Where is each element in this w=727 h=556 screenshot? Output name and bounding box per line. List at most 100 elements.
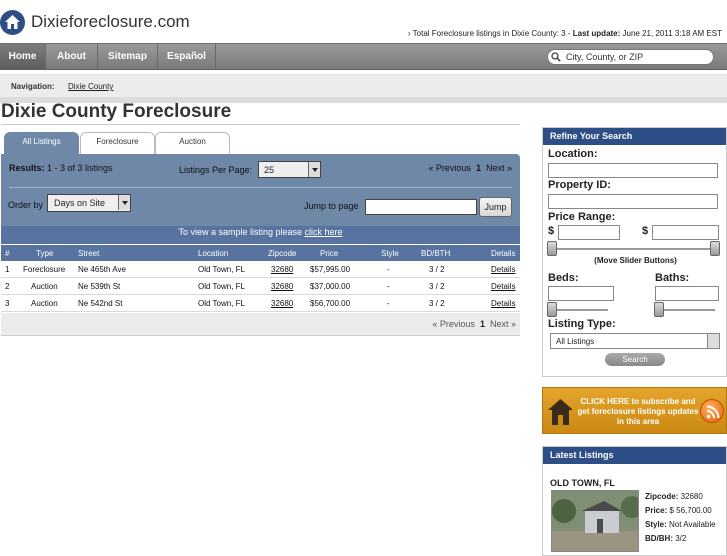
site-name[interactable]: Dixieforeclosure.com bbox=[31, 12, 190, 32]
order-by-value: Days on Site bbox=[54, 198, 106, 208]
col-number[interactable]: # bbox=[5, 249, 9, 258]
tab-foreclosure[interactable]: Foreclosure bbox=[80, 132, 155, 154]
price-slider-min-handle[interactable] bbox=[547, 241, 557, 256]
subscribe-text: CLICK HERE to subscribe and get foreclos… bbox=[577, 397, 699, 426]
results-value: 1 - 3 of 3 listings bbox=[44, 163, 113, 173]
subscribe-banner[interactable]: CLICK HERE to subscribe and get foreclos… bbox=[542, 387, 727, 434]
beds-label: Beds: bbox=[548, 272, 579, 284]
beds-input[interactable] bbox=[548, 286, 614, 301]
col-street[interactable]: Street bbox=[78, 249, 99, 258]
price-min-input[interactable] bbox=[558, 225, 620, 240]
divider bbox=[9, 187, 512, 188]
chevron-down-icon bbox=[118, 195, 130, 210]
order-by-select[interactable]: Days on Site bbox=[47, 194, 131, 212]
jump-label: Jump to page bbox=[304, 201, 359, 211]
search-input[interactable]: City, County, or ZIP bbox=[547, 49, 714, 65]
cell-location: Old Town, FL bbox=[198, 299, 245, 308]
baths-slider-track[interactable] bbox=[655, 309, 715, 311]
table-footer: « Previous 1 Next » bbox=[1, 313, 520, 336]
pager-bottom: « Previous 1 Next » bbox=[432, 319, 516, 329]
search-button[interactable]: Search bbox=[605, 353, 665, 366]
price-slider-track[interactable] bbox=[548, 248, 718, 250]
col-type[interactable]: Type bbox=[36, 249, 53, 258]
cell-number: 1 bbox=[5, 265, 10, 274]
price-max-currency: $ bbox=[642, 225, 649, 237]
pager-current: 1 bbox=[479, 319, 485, 329]
listing-stats: › Total Foreclosure listings in Dixie Co… bbox=[408, 29, 722, 38]
details-link[interactable]: Details bbox=[491, 282, 515, 291]
listing-type-value: All Listings bbox=[556, 337, 595, 346]
latest-bdbh-label: BD/BH: bbox=[645, 534, 673, 543]
location-input[interactable] bbox=[548, 163, 718, 178]
latest-zip-value: 32680 bbox=[678, 492, 703, 501]
latest-listing-photo[interactable] bbox=[551, 490, 639, 552]
chevron-down-icon bbox=[707, 334, 719, 348]
cell-bdbth: 3 / 2 bbox=[429, 299, 445, 308]
results-label: Results: bbox=[9, 163, 45, 173]
col-details[interactable]: Details bbox=[491, 249, 515, 258]
col-zipcode[interactable]: Zipcode bbox=[268, 249, 296, 258]
per-page-value: 25 bbox=[264, 165, 275, 175]
cell-zipcode-link[interactable]: 32680 bbox=[271, 265, 293, 274]
cell-street: Ne 542nd St bbox=[78, 299, 123, 308]
nav-sitemap[interactable]: Sitemap bbox=[98, 44, 158, 69]
price-min-currency: $ bbox=[548, 225, 555, 237]
pager-current: 1 bbox=[475, 163, 481, 173]
order-by-label: Order by bbox=[8, 200, 44, 210]
chevron-down-icon bbox=[308, 162, 320, 177]
table-row: 2 Auction Ne 539th St Old Town, FL 32680… bbox=[1, 278, 520, 295]
cell-style: - bbox=[387, 299, 390, 308]
beds-slider-handle[interactable] bbox=[547, 302, 557, 317]
latest-city[interactable]: OLD TOWN, FL bbox=[550, 478, 615, 488]
logo-house-icon[interactable] bbox=[0, 10, 25, 35]
cell-zipcode-link[interactable]: 32680 bbox=[271, 282, 293, 291]
col-bdbth[interactable]: BD/BTH bbox=[421, 249, 450, 258]
latest-bdbh-value: 3/2 bbox=[673, 534, 687, 543]
table-row: 3 Auction Ne 542nd St Old Town, FL 32680… bbox=[1, 295, 520, 312]
details-link[interactable]: Details bbox=[491, 265, 515, 274]
latest-price: Price: $ 56,700.00 bbox=[645, 506, 712, 515]
latest-style-value: Not Available bbox=[666, 520, 716, 529]
rss-icon bbox=[700, 399, 724, 423]
baths-slider-handle[interactable] bbox=[654, 302, 664, 317]
col-price[interactable]: Price bbox=[320, 249, 338, 258]
cell-price: $57,995.00 bbox=[310, 265, 351, 274]
tab-auction[interactable]: Auction bbox=[155, 132, 230, 154]
nav-espanol[interactable]: Español bbox=[158, 44, 216, 69]
price-max-input[interactable] bbox=[652, 225, 719, 240]
jump-page-input[interactable] bbox=[365, 199, 477, 215]
table-row: 1 Foreclosure Ne 465th Ave Old Town, FL … bbox=[1, 261, 520, 278]
cell-location: Old Town, FL bbox=[198, 265, 245, 274]
details-link[interactable]: Details bbox=[491, 299, 515, 308]
location-label: Location: bbox=[548, 148, 598, 160]
listing-type-label: Listing Type: bbox=[548, 318, 616, 330]
pager-prev[interactable]: « Previous bbox=[428, 163, 471, 173]
breadcrumb-link[interactable]: Dixie County bbox=[68, 82, 113, 91]
price-slider-max-handle[interactable] bbox=[710, 241, 720, 256]
col-location[interactable]: Location bbox=[198, 249, 228, 258]
breadcrumb: Navigation: Dixie County bbox=[0, 74, 727, 98]
cell-bdbth: 3 / 2 bbox=[429, 265, 445, 274]
col-style[interactable]: Style bbox=[381, 249, 399, 258]
tab-all-listings[interactable]: All Listings bbox=[4, 132, 79, 154]
baths-input[interactable] bbox=[655, 286, 719, 301]
beds-slider-track[interactable] bbox=[548, 309, 608, 311]
pager-prev[interactable]: « Previous bbox=[432, 319, 475, 329]
per-page-select[interactable]: 25 bbox=[258, 161, 321, 178]
property-id-input[interactable] bbox=[548, 194, 718, 209]
house-icon bbox=[548, 399, 573, 425]
table-header: # Type Street Location Zipcode Price Sty… bbox=[1, 245, 520, 261]
nav-home[interactable]: Home bbox=[0, 44, 46, 69]
listing-type-select[interactable]: All Listings bbox=[550, 333, 720, 349]
latest-style-label: Style: bbox=[645, 520, 667, 529]
nav-about[interactable]: About bbox=[46, 44, 98, 69]
pager-next[interactable]: Next » bbox=[490, 319, 516, 329]
latest-price-value: $ 56,700.00 bbox=[667, 506, 712, 515]
latest-title: Latest Listings bbox=[543, 447, 726, 464]
pager-next[interactable]: Next » bbox=[486, 163, 512, 173]
latest-zipcode: Zipcode: 32680 bbox=[645, 492, 703, 501]
cell-location: Old Town, FL bbox=[198, 282, 245, 291]
jump-button[interactable]: Jump bbox=[479, 197, 512, 217]
cell-zipcode-link[interactable]: 32680 bbox=[271, 299, 293, 308]
sample-link[interactable]: click here bbox=[305, 227, 343, 237]
